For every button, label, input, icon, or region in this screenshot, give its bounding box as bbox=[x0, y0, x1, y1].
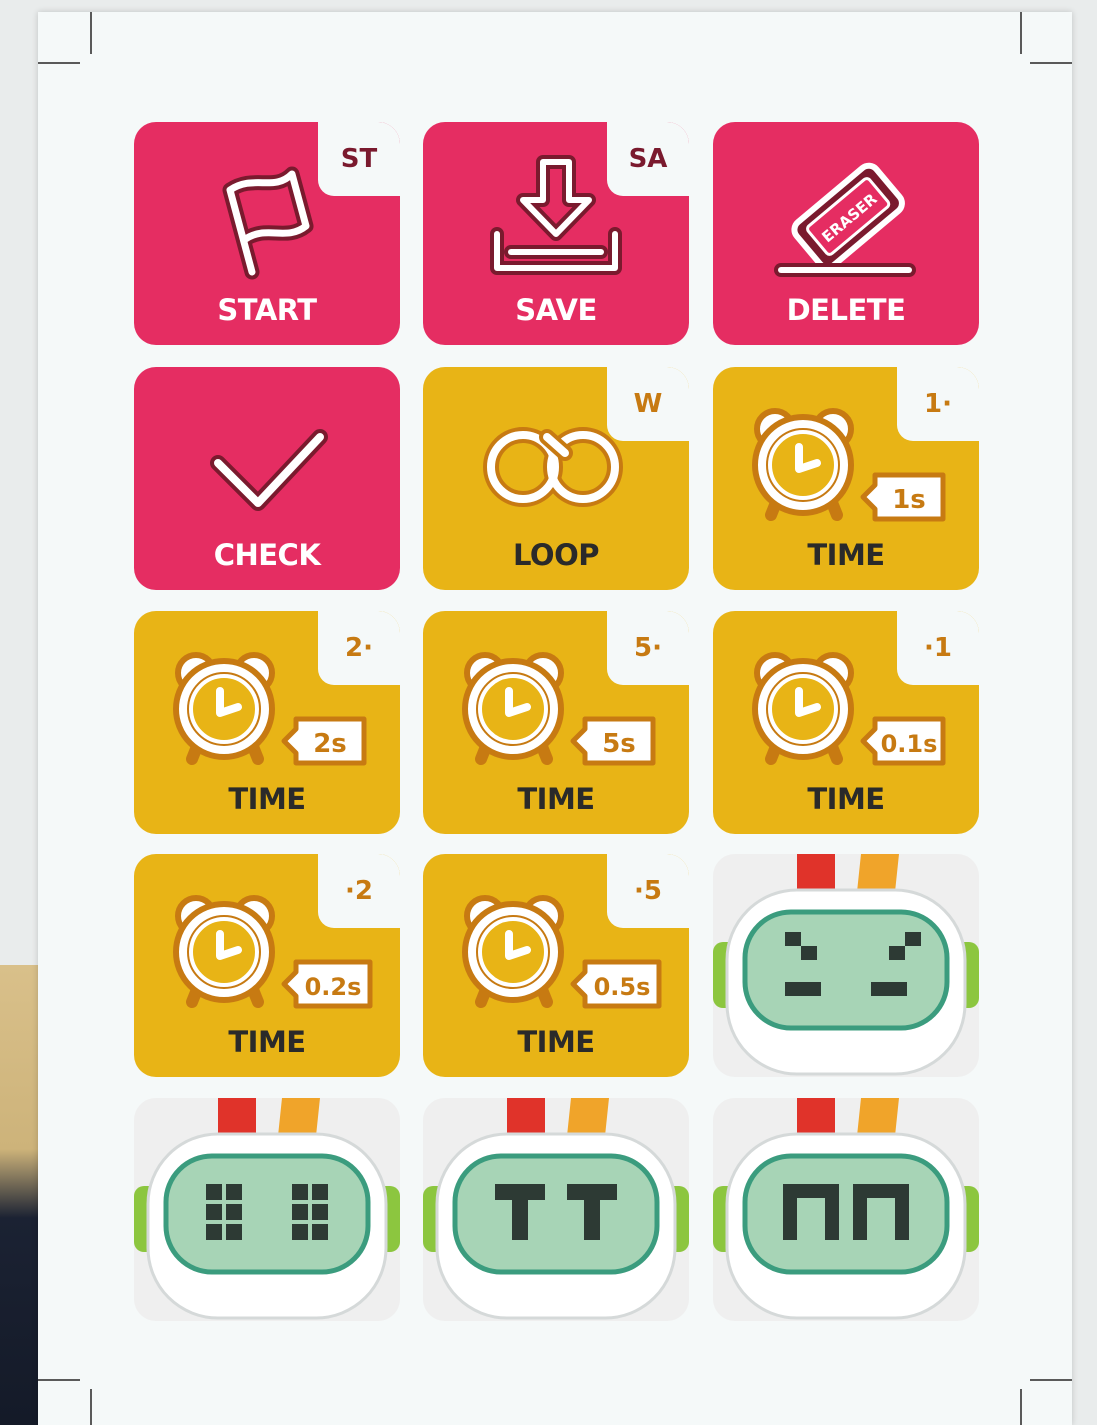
card-robot-m-eyes[interactable] bbox=[713, 1098, 979, 1321]
card-tag: ST bbox=[318, 122, 400, 196]
card-tag: 2· bbox=[318, 611, 400, 685]
card-label: DELETE bbox=[786, 293, 906, 327]
card-label: CHECK bbox=[213, 538, 321, 572]
card-start[interactable]: ST START bbox=[134, 122, 400, 345]
card-loop[interactable]: W LOOP bbox=[423, 367, 689, 590]
card-delete[interactable]: ERASER DELETE bbox=[713, 122, 979, 345]
card-tag: ·1 bbox=[897, 611, 979, 685]
card-robot-angry[interactable] bbox=[713, 854, 979, 1077]
card-label: START bbox=[217, 293, 317, 327]
crop-mark bbox=[1030, 62, 1072, 64]
crop-mark bbox=[90, 1389, 92, 1425]
card-label: TIME bbox=[517, 782, 595, 816]
crop-mark bbox=[1020, 1389, 1022, 1425]
card-save[interactable]: SA SAVE bbox=[423, 122, 689, 345]
card-tag: 5· bbox=[607, 611, 689, 685]
card-time-0-5s[interactable]: 0.5s ·5 TIME bbox=[423, 854, 689, 1077]
crop-mark bbox=[38, 1379, 80, 1381]
card-label: LOOP bbox=[512, 538, 600, 572]
card-check[interactable]: CHECK bbox=[134, 367, 400, 590]
card-label: SAVE bbox=[515, 293, 597, 327]
crop-mark bbox=[38, 62, 80, 64]
card-robot-square-eyes[interactable] bbox=[134, 1098, 400, 1321]
card-label: TIME bbox=[228, 782, 306, 816]
card-robot-t-eyes[interactable] bbox=[423, 1098, 689, 1321]
card-time-1s[interactable]: 1s 1· TIME bbox=[713, 367, 979, 590]
m-eyes-face-icon bbox=[713, 1098, 979, 1320]
card-label: TIME bbox=[807, 782, 885, 816]
card-tag: SA bbox=[607, 122, 689, 196]
time-bubble-text: 0.1s bbox=[881, 730, 938, 758]
time-bubble-text: 1s bbox=[892, 485, 926, 515]
card-time-0-2s[interactable]: 0.2s ·2 TIME bbox=[134, 854, 400, 1077]
time-bubble-text: 2s bbox=[313, 729, 347, 759]
time-bubble-text: 0.2s bbox=[305, 973, 362, 1001]
crop-mark bbox=[90, 12, 92, 54]
t-eyes-face-icon bbox=[423, 1098, 689, 1320]
angry-face-icon bbox=[713, 854, 979, 1076]
time-bubble-text: 0.5s bbox=[594, 973, 651, 1001]
card-label: TIME bbox=[807, 538, 885, 572]
card-time-0-1s[interactable]: 0.1s ·1 TIME bbox=[713, 611, 979, 834]
card-tag: ·5 bbox=[607, 854, 689, 928]
card-sheet: ST START SA SAVE ERASER DELETE CHECK W L… bbox=[38, 12, 1072, 1425]
card-tag: W bbox=[607, 367, 689, 441]
square-eyes-face-icon bbox=[134, 1098, 400, 1320]
card-time-5s[interactable]: 5s 5· TIME bbox=[423, 611, 689, 834]
time-bubble-text: 5s bbox=[602, 729, 636, 759]
card-time-2s[interactable]: 2s 2· TIME bbox=[134, 611, 400, 834]
card-label: TIME bbox=[228, 1025, 306, 1059]
crop-mark bbox=[1020, 12, 1022, 54]
card-tag: ·2 bbox=[318, 854, 400, 928]
crop-mark bbox=[1030, 1379, 1072, 1381]
card-tag: 1· bbox=[897, 367, 979, 441]
card-label: TIME bbox=[517, 1025, 595, 1059]
